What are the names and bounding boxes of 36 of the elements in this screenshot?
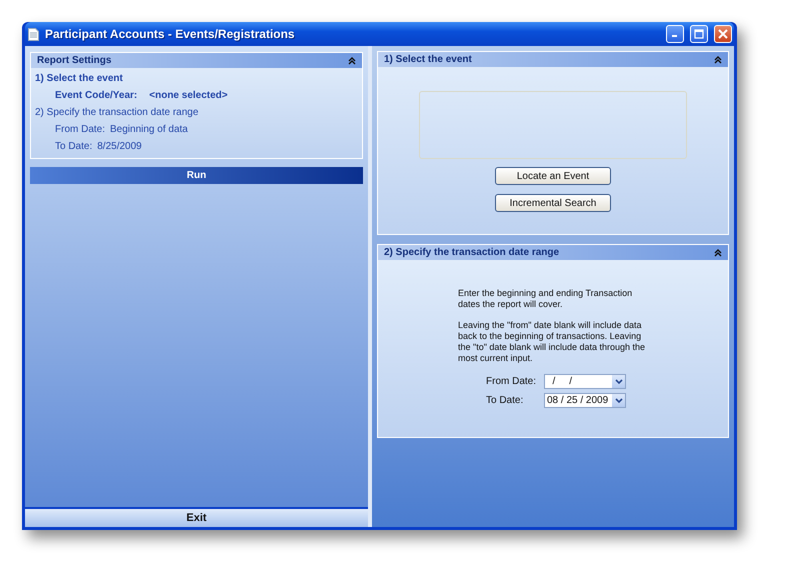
instruction-text: Enter the beginning and ending Transaction dates the report will cover. [458, 288, 634, 310]
maximize-button[interactable] [690, 25, 708, 43]
step-label: 2) Specify the transaction date range [35, 107, 198, 118]
close-button[interactable] [714, 25, 732, 43]
run-button[interactable]: Run [30, 167, 363, 184]
document-icon [28, 28, 39, 40]
section-title: 1) Select the event [384, 54, 472, 65]
action-button[interactable]: Locate an Event [495, 167, 611, 185]
collapse-icon[interactable] [714, 248, 722, 256]
setting-label: From Date: [55, 124, 106, 135]
setting-value: 8/25/2009 [97, 141, 142, 152]
maximize-icon [694, 29, 704, 39]
minimize-button[interactable] [666, 25, 684, 43]
panel-header[interactable]: 1) Select the event [378, 52, 728, 67]
field-label: To Date: [486, 395, 524, 406]
collapse-icon[interactable] [714, 56, 722, 64]
field-label: From Date: [486, 376, 538, 387]
step-label: 1) Select the event [35, 73, 123, 84]
collapse-icon[interactable] [348, 56, 356, 64]
setting-label: To Date: [55, 141, 92, 152]
window-title: Participant Accounts - Events/Registrations [45, 27, 296, 41]
exit-button[interactable]: Exit [25, 507, 368, 527]
close-icon [718, 29, 728, 39]
panel-header[interactable]: Report Settings [31, 53, 362, 68]
action-button[interactable]: Incremental Search [495, 194, 611, 212]
date-picker[interactable]: 08 / 25 / 2009 [544, 393, 626, 408]
dropdown-icon[interactable] [614, 398, 622, 404]
date-picker[interactable]: / / [544, 374, 626, 389]
panel-title: Report Settings [37, 55, 112, 66]
section-title: 2) Specify the transaction date range [384, 247, 560, 258]
instruction-text: Leaving the "from" date blank will include data back to the beginning of transactions. Leaving the "to" date blank will include data through the most current input. [458, 320, 646, 364]
panel-header[interactable]: 2) Specify the transaction date range [378, 245, 728, 260]
dropdown-icon[interactable] [614, 378, 622, 384]
setting-value: <none selected> [149, 90, 228, 101]
setting-label: Event Code/Year: [55, 90, 138, 101]
setting-value: Beginning of data [110, 124, 188, 135]
